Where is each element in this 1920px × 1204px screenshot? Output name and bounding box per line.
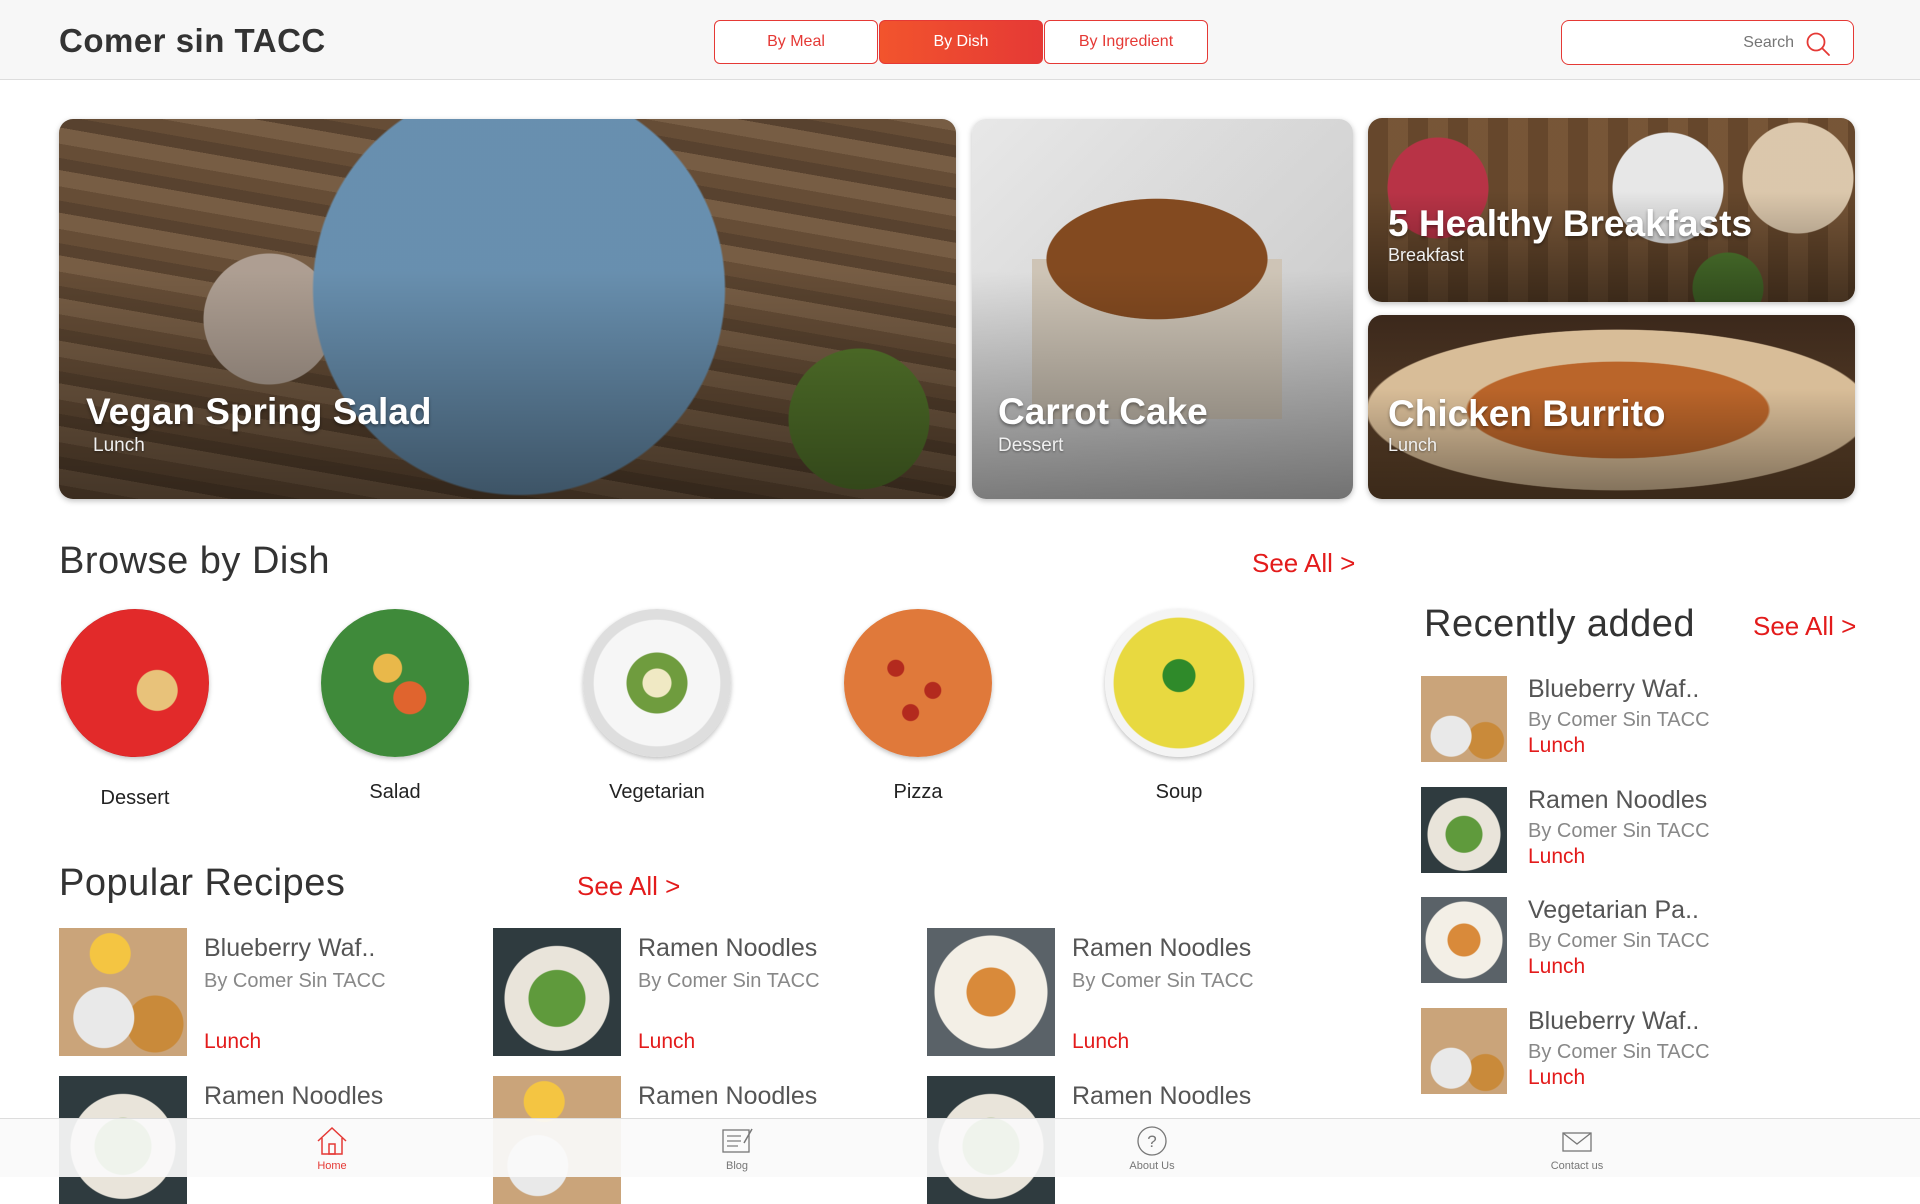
popular-recipe-card[interactable]: Blueberry Waf.. By Comer Sin TACC Lunch [59,928,479,1056]
popular-recipe-card[interactable]: Ramen Noodles By Comer Sin TACC Lunch [927,928,1347,1056]
recipe-category: Lunch [638,1030,696,1053]
salad-image [321,609,469,757]
dish-pizza[interactable]: Pizza [843,609,993,804]
recipe-author: By Comer Sin TACC [1528,1041,1710,1063]
recently-added-heading: Recently added [1424,603,1696,645]
popular-recipes-heading: Popular Recipes [59,862,346,904]
recipe-name: Blueberry Waf.. [1528,675,1700,703]
featured-card-carrot-cake[interactable]: Carrot Cake Dessert [972,119,1353,499]
recipe-author: By Comer Sin TACC [1072,970,1254,992]
recipe-author: By Comer Sin TACC [638,970,820,992]
featured-title: Chicken Burrito [1388,393,1666,434]
recipe-thumbnail [59,928,187,1056]
tab-by-dish[interactable]: By Dish [879,20,1043,64]
search-icon[interactable] [1805,31,1831,57]
filter-segmented-control: By Meal By Dish By Ingredient [714,20,1209,64]
featured-title: Vegan Spring Salad [86,391,432,432]
recipe-name: Ramen Noodles [1072,1082,1252,1110]
nav-blog[interactable]: Blog [677,1125,797,1172]
recipe-category: Lunch [1528,734,1586,757]
nav-home-label: Home [317,1160,347,1172]
popular-recipe-card[interactable]: Ramen Noodles By Comer Sin TACC Lunch [493,928,913,1056]
recipe-name: Ramen Noodles [204,1082,384,1110]
recipe-category: Lunch [1072,1030,1130,1053]
dish-label: Pizza [893,781,943,803]
mail-icon [1562,1132,1592,1152]
recipe-name: Blueberry Waf.. [1528,1007,1700,1035]
app-title: Comer sin TACC [59,22,326,59]
home-icon [317,1126,347,1155]
question-icon: ? [1137,1126,1167,1156]
svg-text:?: ? [1147,1132,1156,1151]
recipe-name: Ramen Noodles [638,934,818,962]
browse-by-dish-heading: Browse by Dish [59,540,330,582]
dish-soup[interactable]: Soup [1104,609,1254,804]
recipe-name: Blueberry Waf.. [204,934,376,962]
popular-see-all-link[interactable]: See All > [577,871,680,902]
dish-vegetarian[interactable]: Vegetarian [582,609,732,804]
dish-label: Vegetarian [609,781,705,803]
featured-card-vegan-spring-salad[interactable]: Vegan Spring Salad Lunch [59,119,956,499]
featured-title: Carrot Cake [998,391,1208,432]
featured-title: 5 Healthy Breakfasts [1388,203,1753,244]
soup-image [1105,609,1253,757]
recipe-name: Ramen Noodles [1072,934,1252,962]
recipe-name: Ramen Noodles [638,1082,818,1110]
recipe-category: Lunch [1528,1066,1586,1089]
bottom-tab-bar: Home Blog ? About Us Contact us [0,1118,1920,1177]
dish-label: Soup [1155,781,1203,803]
recipe-author: By Comer Sin TACC [1528,709,1710,731]
recipe-category: Lunch [1528,845,1586,868]
nav-about-us[interactable]: ? About Us [1092,1125,1212,1172]
tab-by-meal[interactable]: By Meal [714,20,878,64]
recipe-name: Vegetarian Pa.. [1528,896,1699,924]
dessert-image [61,609,209,757]
search-input[interactable] [1574,29,1794,57]
featured-category: Breakfast [1388,245,1465,265]
nav-contact-us[interactable]: Contact us [1517,1125,1637,1172]
recent-see-all-link[interactable]: See All > [1753,611,1856,642]
featured-category: Lunch [93,435,145,456]
dish-label: Dessert [100,787,170,809]
recent-recipe-item[interactable]: Blueberry Waf.. By Comer Sin TACC Lunch [1421,675,1861,762]
recipe-name: Ramen Noodles [1528,786,1708,814]
recipe-author: By Comer Sin TACC [204,970,386,992]
featured-category: Lunch [1388,435,1438,455]
dish-dessert[interactable]: Dessert [60,609,210,810]
browse-see-all-link[interactable]: See All > [1252,548,1355,579]
recipe-thumbnail [1421,787,1507,873]
nav-contact-label: Contact us [1550,1160,1604,1172]
pizza-image [844,609,992,757]
recipe-thumbnail [1421,1008,1507,1094]
recipe-thumbnail [927,928,1055,1056]
recent-recipe-item[interactable]: Ramen Noodles By Comer Sin TACC Lunch [1421,786,1861,873]
tab-by-ingredient[interactable]: By Ingredient [1044,20,1208,64]
recipe-thumbnail [1421,676,1507,762]
recipe-thumbnail [493,928,621,1056]
blog-icon [722,1128,753,1153]
vegetarian-image [583,609,731,757]
nav-blog-label: Blog [725,1160,749,1172]
nav-about-label: About Us [1129,1160,1175,1172]
dish-label: Salad [369,781,421,803]
recipe-author: By Comer Sin TACC [1528,930,1710,952]
nav-home[interactable]: Home [272,1125,392,1172]
recipe-category: Lunch [1528,955,1586,978]
dish-salad[interactable]: Salad [320,609,470,804]
featured-card-chicken-burrito[interactable]: Chicken Burrito Lunch [1368,315,1855,499]
recipe-author: By Comer Sin TACC [1528,820,1710,842]
recent-recipe-item[interactable]: Blueberry Waf.. By Comer Sin TACC Lunch [1421,1007,1861,1094]
featured-category: Dessert [998,435,1064,456]
featured-card-5-healthy-breakfasts[interactable]: 5 Healthy Breakfasts Breakfast [1368,118,1855,302]
top-bar: Comer sin TACC By Meal By Dish By Ingred… [0,0,1920,80]
recipe-thumbnail [1421,897,1507,983]
recipe-category: Lunch [204,1030,262,1053]
recent-recipe-item[interactable]: Vegetarian Pa.. By Comer Sin TACC Lunch [1421,896,1861,983]
search-box[interactable] [1561,20,1854,65]
